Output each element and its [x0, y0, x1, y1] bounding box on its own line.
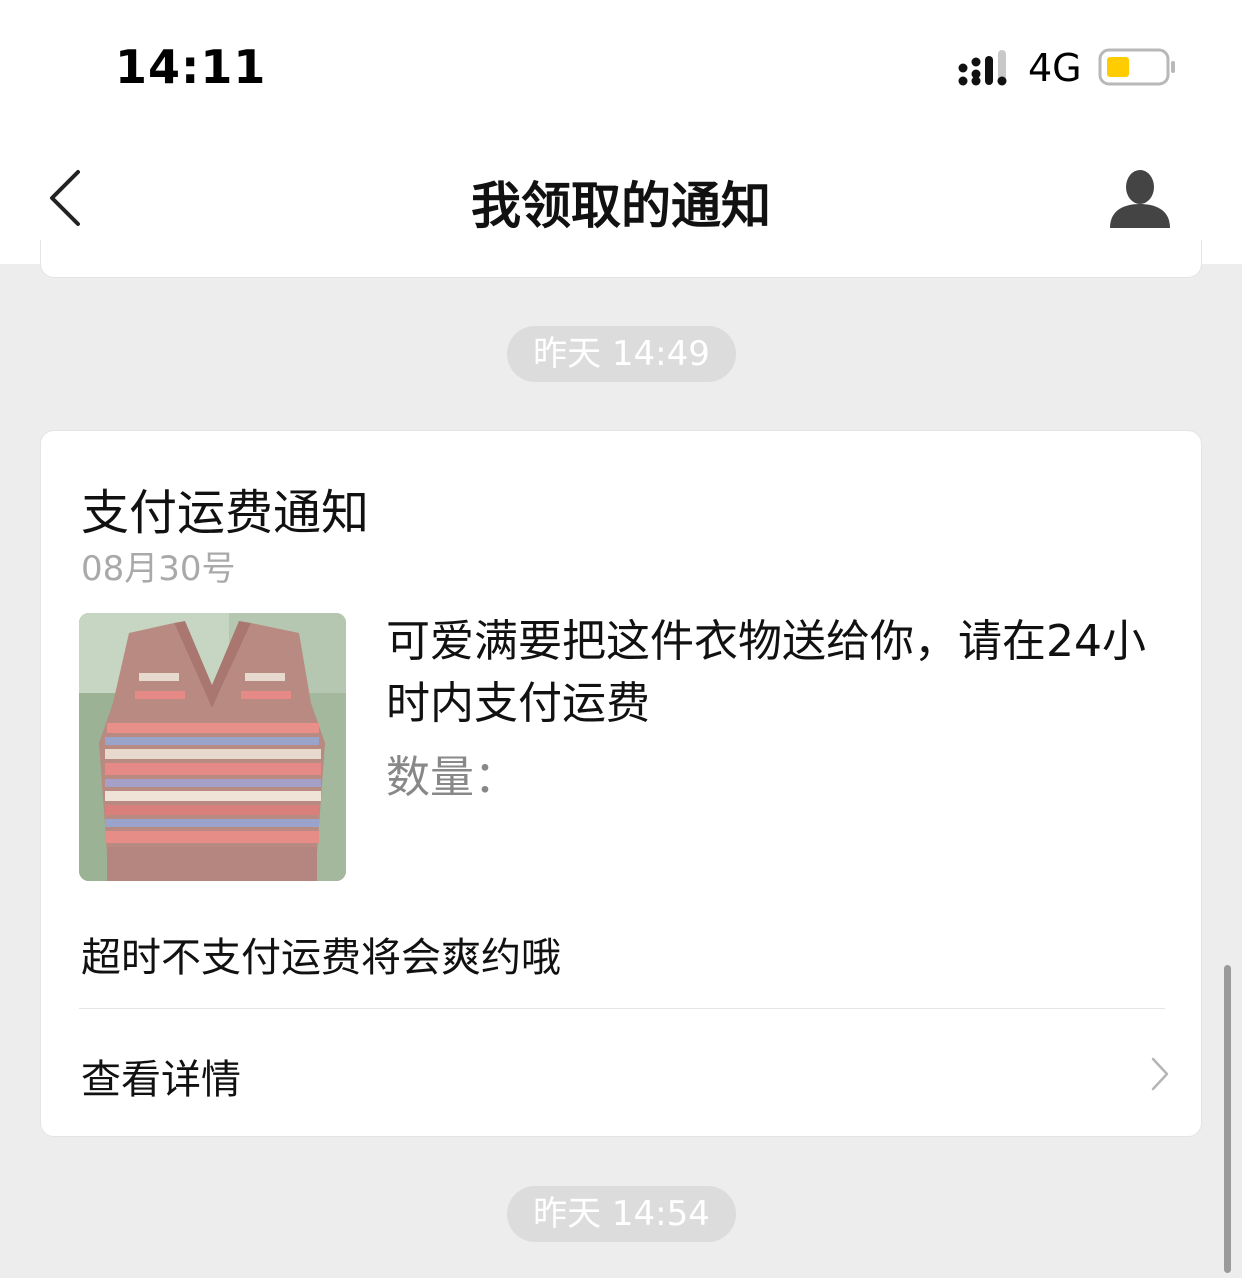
notification-title: 支付运费通知	[81, 485, 370, 541]
knit-vest-photo[interactable]	[79, 613, 346, 881]
notification-note: 超时不支付运费将会爽约哦	[81, 935, 561, 981]
timestamp-pill: 昨天 14:54	[507, 1186, 736, 1242]
timestamp-pill: 昨天 14:49	[507, 326, 736, 382]
notification-message: 可爱满要把这件衣物送给你，请在24小时内支付运费	[386, 616, 1146, 729]
network-type: 4G	[1028, 46, 1082, 90]
previous-card	[40, 240, 1202, 278]
battery-low-icon	[1098, 48, 1175, 86]
screen: 14:11 4G 我领取的通知 昨天 14:49 支付运费通知 08月30号 可…	[0, 0, 1242, 1278]
view-details-button[interactable]: 查看详情	[41, 1009, 1203, 1137]
scrollbar[interactable]	[1224, 965, 1231, 1273]
user-profile-icon[interactable]	[1108, 166, 1172, 230]
status-time: 14:11	[115, 40, 267, 94]
status-bar: 14:11 4G	[0, 0, 1242, 130]
cellular-signal-icon	[958, 50, 1007, 86]
notification-card: 支付运费通知 08月30号 可爱满要把这件衣物送给你，请在24小时内支付运费 数…	[40, 430, 1202, 1137]
view-details-label: 查看详情	[81, 1057, 241, 1103]
page-title: 我领取的通知	[471, 177, 771, 235]
quantity-label: 数量：	[386, 752, 518, 803]
notification-date: 08月30号	[81, 549, 236, 589]
chevron-right-icon	[1151, 1057, 1169, 1091]
